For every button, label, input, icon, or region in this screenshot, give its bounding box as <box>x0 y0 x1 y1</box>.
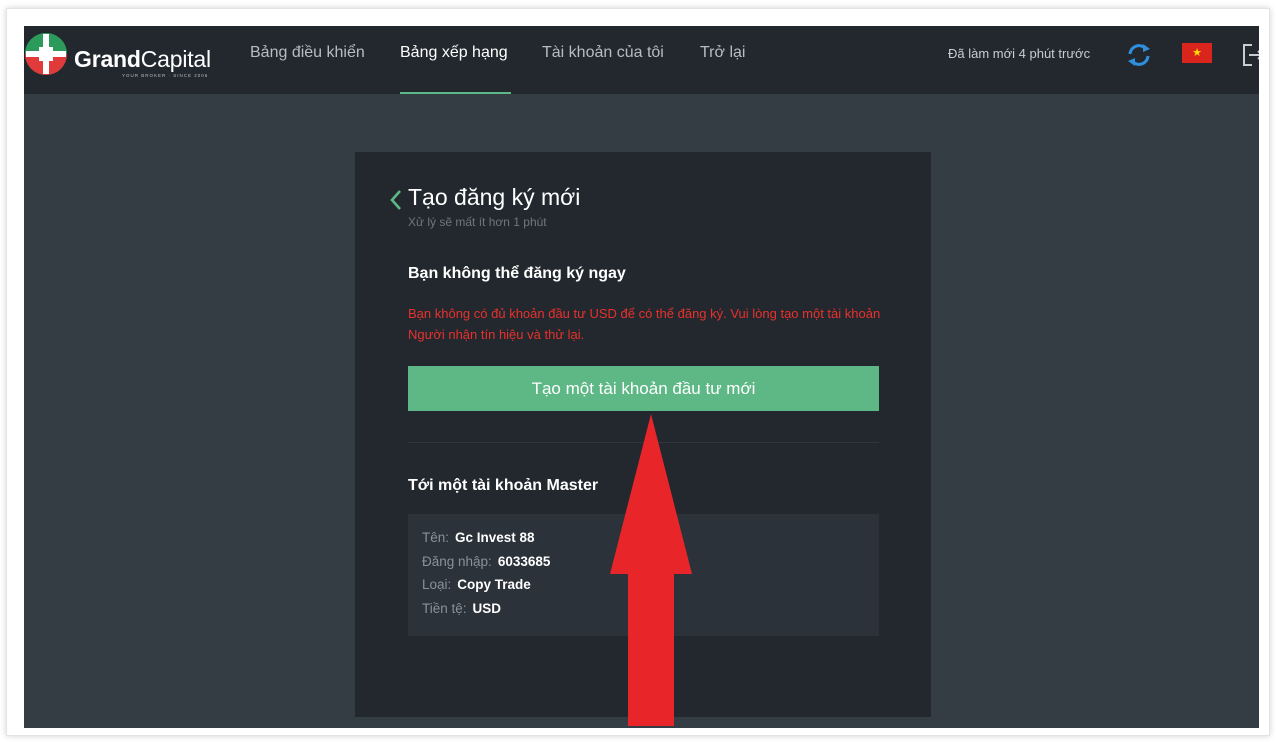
chevron-left-icon[interactable] <box>388 188 404 212</box>
red-annotation-arrow-icon <box>610 414 692 726</box>
page-subtitle: Xử lý sẽ mất ít hơn 1 phút <box>408 215 547 229</box>
info-row-login: Đăng nhập: 6033685 <box>422 554 551 569</box>
create-investment-account-button[interactable]: Tạo một tài khoản đầu tư mới <box>408 366 879 411</box>
info-row-name: Tên: Gc Invest 88 <box>422 530 535 545</box>
logo-mark-icon <box>25 33 67 75</box>
nav-item-back[interactable]: Trở lại <box>700 44 745 62</box>
refresh-icon[interactable] <box>1124 40 1154 70</box>
master-account-heading: Tới một tài khoản Master <box>408 477 599 494</box>
logout-icon[interactable] <box>1240 40 1259 70</box>
page-title: Tạo đăng ký mới <box>408 184 581 210</box>
logo-wordmark: GrandCapital <box>74 46 211 72</box>
vietnam-flag-icon[interactable]: ★ <box>1182 43 1212 63</box>
error-message: Bạn không có đủ khoản đầu tư USD để có t… <box>408 306 881 342</box>
grandcapital-logo[interactable]: GrandCapital YOUR BROKER · SINCE 2006 <box>24 32 224 86</box>
active-tab-underline <box>400 92 511 94</box>
refresh-status: Đã làm mới 4 phút trước <box>948 46 1091 61</box>
nav-item-my-account[interactable]: Tài khoản của tôi <box>542 44 664 62</box>
nav-item-dashboard[interactable]: Bảng điều khiển <box>250 44 365 62</box>
info-row-currency: Tiền tệ: USD <box>422 601 502 616</box>
info-row-type: Loại: Copy Trade <box>422 577 531 592</box>
top-navbar: GrandCapital YOUR BROKER · SINCE 2006 Bả… <box>24 26 1259 94</box>
logo-tagline: YOUR BROKER · SINCE 2006 <box>122 73 209 78</box>
cannot-subscribe-heading: Bạn không thể đăng ký ngay <box>408 265 626 282</box>
nav-item-leaderboard[interactable]: Bảng xếp hạng <box>400 44 508 62</box>
